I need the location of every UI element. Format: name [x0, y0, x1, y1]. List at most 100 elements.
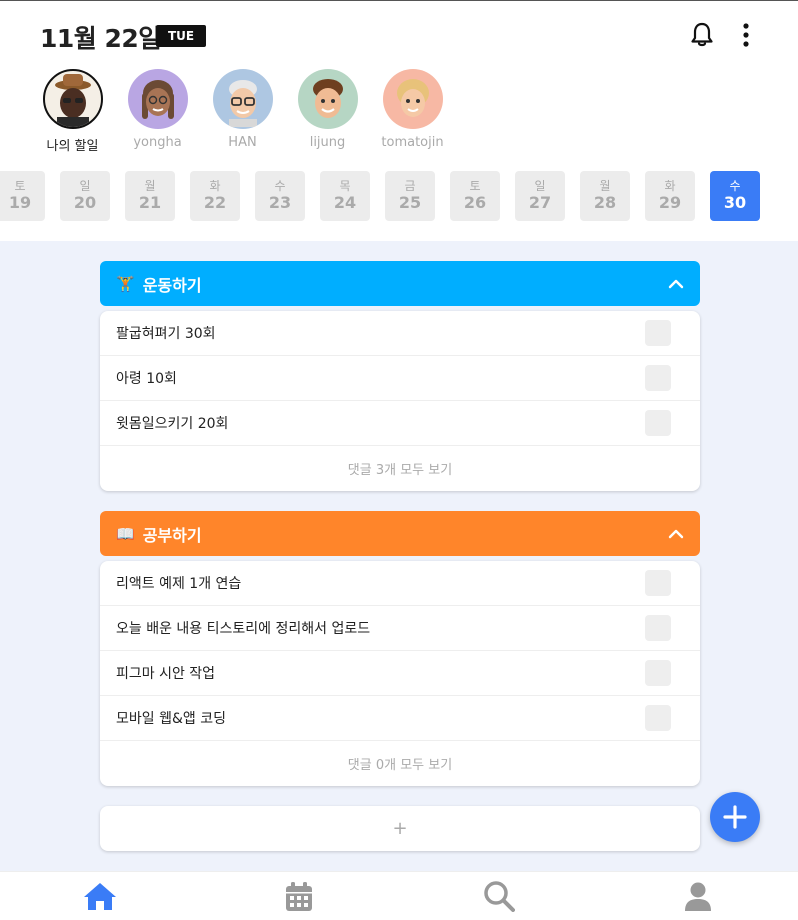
header: 11월 22일 TUE 나의 할일 yongha HAN lijung toma… [0, 1, 798, 241]
dumbbell-icon: 🏋 [116, 274, 135, 293]
date-number: 24 [333, 193, 357, 212]
date-cell[interactable]: 일 20 [60, 171, 110, 221]
date-number: 27 [528, 193, 552, 212]
tab-profile[interactable] [599, 872, 798, 920]
view-comments-link[interactable]: 댓글 0개 모두 보기 [100, 741, 700, 786]
group-title: 운동하기 [142, 275, 202, 295]
date-number: 23 [268, 193, 292, 212]
task-item: 윗몸일으키기 20회 [100, 401, 700, 446]
date-cell[interactable]: 월 28 [580, 171, 630, 221]
group-header[interactable]: 📖 공부하기 [100, 511, 700, 556]
avatar-me [42, 69, 103, 129]
date-weekday: 목 [339, 179, 351, 193]
avatar-lijung [297, 69, 358, 129]
date-weekday: 일 [534, 179, 546, 193]
plus-icon [723, 805, 747, 829]
task-checkbox[interactable] [645, 365, 671, 391]
date-cell[interactable]: 토 19 [0, 171, 45, 221]
tab-home[interactable] [0, 872, 200, 920]
group-title: 공부하기 [142, 525, 202, 545]
date-cell[interactable]: 화 29 [645, 171, 695, 221]
add-group-button[interactable]: + [100, 806, 700, 851]
date-number: 26 [463, 193, 487, 212]
date-cell[interactable]: 수 23 [255, 171, 305, 221]
task-checkbox[interactable] [645, 660, 671, 686]
day-badge: TUE [156, 25, 207, 47]
task-item: 팔굽혀펴기 30회 [100, 311, 700, 356]
more-vertical-icon[interactable] [734, 19, 758, 51]
task-checkbox[interactable] [645, 705, 671, 731]
bottom-tab-bar [0, 871, 798, 920]
task-label: 리액트 예제 1개 연습 [116, 576, 242, 592]
date-weekday: 화 [209, 179, 221, 193]
date-cell[interactable]: 토 26 [450, 171, 500, 221]
date-cell[interactable]: 목 24 [320, 171, 370, 221]
friend-name: HAN [228, 135, 257, 150]
avatar-yongha [127, 69, 188, 129]
date-weekday: 월 [599, 179, 611, 193]
task-item: 모바일 웹&앱 코딩 [100, 696, 700, 741]
date-weekday: 수 [729, 179, 741, 193]
date-number: 29 [658, 193, 682, 212]
task-item: 피그마 시안 작업 [100, 651, 700, 696]
date-number: 22 [203, 193, 227, 212]
add-fab-button[interactable] [710, 792, 760, 842]
task-list: 리액트 예제 1개 연습 오늘 배운 내용 티스토리에 정리해서 업로드 피그마… [100, 561, 700, 786]
date-weekday: 화 [664, 179, 676, 193]
friend-name: lijung [309, 135, 346, 150]
date-cell[interactable]: 일 27 [515, 171, 565, 221]
date-number: 25 [398, 193, 422, 212]
bell-icon[interactable] [686, 19, 718, 51]
date-weekday: 토 [469, 179, 481, 193]
friend-name: tomatojin [381, 135, 444, 150]
todo-group-exercise: 🏋 운동하기 팔굽혀펴기 30회 아령 10회 윗몸일으키기 20회 댓글 3개… [100, 261, 700, 491]
date-cell[interactable]: 월 21 [125, 171, 175, 221]
task-checkbox[interactable] [645, 410, 671, 436]
avatar-han [212, 69, 273, 129]
profile-icon [685, 882, 712, 911]
friend-item-tomatojin[interactable]: tomatojin [370, 69, 455, 159]
tab-search[interactable] [399, 872, 599, 920]
friend-list: 나의 할일 yongha HAN lijung tomatojin [30, 69, 455, 159]
task-checkbox[interactable] [645, 615, 671, 641]
task-label: 오늘 배운 내용 티스토리에 정리해서 업로드 [116, 621, 371, 637]
task-label: 팔굽혀펴기 30회 [116, 326, 216, 342]
group-header[interactable]: 🏋 운동하기 [100, 261, 700, 306]
friend-item-yongha[interactable]: yongha [115, 69, 200, 159]
task-list: 팔굽혀펴기 30회 아령 10회 윗몸일으키기 20회 댓글 3개 모두 보기 [100, 311, 700, 491]
search-icon [484, 881, 515, 912]
todo-area: 🏋 운동하기 팔굽혀펴기 30회 아령 10회 윗몸일으키기 20회 댓글 3개… [0, 241, 798, 871]
friend-name: yongha [133, 135, 182, 150]
friend-item-me[interactable]: 나의 할일 [30, 69, 115, 159]
avatar-tomatojin [382, 69, 443, 129]
date-number: 30 [723, 193, 747, 212]
chevron-up-icon[interactable] [668, 279, 684, 289]
view-comments-link[interactable]: 댓글 3개 모두 보기 [100, 446, 700, 491]
task-label: 모바일 웹&앱 코딩 [116, 711, 226, 727]
date-weekday: 수 [274, 179, 286, 193]
task-label: 피그마 시안 작업 [116, 666, 216, 682]
friend-item-lijung[interactable]: lijung [285, 69, 370, 159]
task-item: 리액트 예제 1개 연습 [100, 561, 700, 606]
date-weekday: 토 [14, 179, 26, 193]
task-item: 아령 10회 [100, 356, 700, 401]
page-title: 11월 22일 [40, 24, 161, 53]
date-number: 21 [138, 193, 162, 212]
date-cell[interactable]: 금 25 [385, 171, 435, 221]
calendar-icon [286, 882, 313, 911]
friend-item-han[interactable]: HAN [200, 69, 285, 159]
tab-calendar[interactable] [200, 872, 400, 920]
chevron-up-icon[interactable] [668, 529, 684, 539]
date-number: 19 [8, 193, 32, 212]
friend-name: 나의 할일 [46, 139, 99, 154]
book-icon: 📖 [116, 524, 135, 543]
date-cell-selected[interactable]: 수 30 [710, 171, 760, 221]
task-checkbox[interactable] [645, 570, 671, 596]
date-cell[interactable]: 화 22 [190, 171, 240, 221]
task-checkbox[interactable] [645, 320, 671, 346]
date-strip: 토 19 일 20 월 21 화 22 수 23 목 24 금 25 토 26 일 27 월 28 … [0, 171, 775, 221]
todo-group-study: 📖 공부하기 리액트 예제 1개 연습 오늘 배운 내용 티스토리에 정리해서 … [100, 511, 700, 786]
task-label: 아령 10회 [116, 371, 177, 387]
date-number: 20 [73, 193, 97, 212]
home-icon [83, 883, 116, 910]
